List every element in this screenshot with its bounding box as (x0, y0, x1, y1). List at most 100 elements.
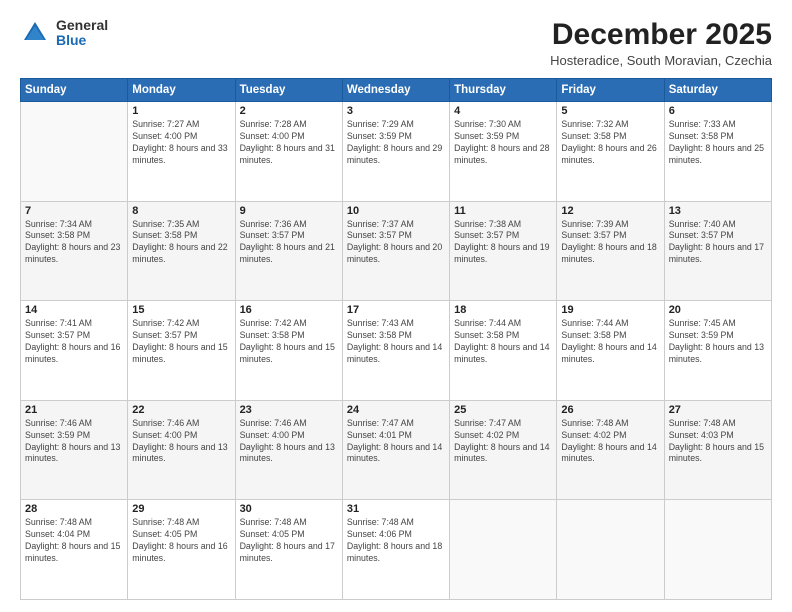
day-number: 14 (25, 304, 123, 316)
calendar-day-cell (664, 500, 771, 600)
day-number: 4 (454, 105, 552, 117)
calendar-day-cell: 3 Sunrise: 7:29 AMSunset: 3:59 PMDaylight… (342, 102, 449, 202)
day-info: Sunrise: 7:45 AMSunset: 3:59 PMDaylight:… (669, 318, 767, 366)
calendar-week-row: 14 Sunrise: 7:41 AMSunset: 3:57 PMDayligh… (21, 301, 772, 401)
logo-icon (20, 18, 50, 48)
calendar-day-header: Friday (557, 79, 664, 102)
calendar-week-row: 7Sunrise: 7:34 AMSunset: 3:58 PMDaylight… (21, 201, 772, 301)
day-info: Sunrise: 7:48 AMSunset: 4:05 PMDaylight:… (132, 517, 230, 565)
month-title: December 2025 (550, 18, 772, 51)
calendar-day-cell: 18 Sunrise: 7:44 AMSunset: 3:58 PMDayligh… (450, 301, 557, 401)
day-number: 18 (454, 304, 552, 316)
day-info: Sunrise: 7:34 AMSunset: 3:58 PMDaylight:… (25, 219, 123, 267)
day-info: Sunrise: 7:38 AMSunset: 3:57 PMDaylight:… (454, 219, 552, 267)
day-number: 29 (132, 503, 230, 515)
calendar-day-cell: 28Sunrise: 7:48 AMSunset: 4:04 PMDayligh… (21, 500, 128, 600)
calendar-day-cell: 4 Sunrise: 7:30 AMSunset: 3:59 PMDaylight… (450, 102, 557, 202)
day-number: 26 (561, 404, 659, 416)
calendar-day-cell: 22 Sunrise: 7:46 AMSunset: 4:00 PMDayligh… (128, 400, 235, 500)
day-info: Sunrise: 7:48 AMSunset: 4:06 PMDaylight:… (347, 517, 445, 565)
day-number: 23 (240, 404, 338, 416)
day-number: 1 (132, 105, 230, 117)
day-info: Sunrise: 7:44 AMSunset: 3:58 PMDaylight:… (561, 318, 659, 366)
logo-general-label: General (56, 18, 108, 33)
calendar-day-cell: 25 Sunrise: 7:47 AMSunset: 4:02 PMDayligh… (450, 400, 557, 500)
logo-text: General Blue (56, 18, 108, 49)
day-info: Sunrise: 7:47 AMSunset: 4:01 PMDaylight:… (347, 418, 445, 466)
day-number: 30 (240, 503, 338, 515)
calendar-day-header: Monday (128, 79, 235, 102)
day-number: 25 (454, 404, 552, 416)
calendar-day-cell: 8Sunrise: 7:35 AMSunset: 3:58 PMDaylight… (128, 201, 235, 301)
day-number: 10 (347, 205, 445, 217)
calendar-day-cell (21, 102, 128, 202)
calendar-table: SundayMondayTuesdayWednesdayThursdayFrid… (20, 78, 772, 600)
day-info: Sunrise: 7:44 AMSunset: 3:58 PMDaylight:… (454, 318, 552, 366)
day-info: Sunrise: 7:42 AMSunset: 3:58 PMDaylight:… (240, 318, 338, 366)
day-info: Sunrise: 7:48 AMSunset: 4:04 PMDaylight:… (25, 517, 123, 565)
day-number: 3 (347, 105, 445, 117)
day-number: 20 (669, 304, 767, 316)
calendar-day-cell: 1Sunrise: 7:27 AMSunset: 4:00 PMDaylight… (128, 102, 235, 202)
day-number: 16 (240, 304, 338, 316)
calendar-day-cell: 16 Sunrise: 7:42 AMSunset: 3:58 PMDayligh… (235, 301, 342, 401)
calendar-day-cell: 29 Sunrise: 7:48 AMSunset: 4:05 PMDayligh… (128, 500, 235, 600)
calendar-day-cell (557, 500, 664, 600)
calendar-day-cell: 14 Sunrise: 7:41 AMSunset: 3:57 PMDayligh… (21, 301, 128, 401)
calendar-day-header: Saturday (664, 79, 771, 102)
day-info: Sunrise: 7:46 AMSunset: 3:59 PMDaylight:… (25, 418, 123, 466)
calendar-day-cell: 12 Sunrise: 7:39 AMSunset: 3:57 PMDayligh… (557, 201, 664, 301)
day-number: 13 (669, 205, 767, 217)
day-info: Sunrise: 7:32 AMSunset: 3:58 PMDaylight:… (561, 119, 659, 167)
day-info: Sunrise: 7:46 AMSunset: 4:00 PMDaylight:… (132, 418, 230, 466)
calendar-day-cell: 31 Sunrise: 7:48 AMSunset: 4:06 PMDayligh… (342, 500, 449, 600)
day-info: Sunrise: 7:28 AMSunset: 4:00 PMDaylight:… (240, 119, 338, 167)
day-info: Sunrise: 7:48 AMSunset: 4:03 PMDaylight:… (669, 418, 767, 466)
calendar-day-cell: 23Sunrise: 7:46 AMSunset: 4:00 PMDayligh… (235, 400, 342, 500)
day-number: 21 (25, 404, 123, 416)
logo-blue-label: Blue (56, 33, 108, 48)
day-number: 27 (669, 404, 767, 416)
title-block: December 2025 Hosteradice, South Moravia… (550, 18, 772, 68)
day-number: 24 (347, 404, 445, 416)
calendar-day-cell: 11 Sunrise: 7:38 AMSunset: 3:57 PMDayligh… (450, 201, 557, 301)
day-info: Sunrise: 7:29 AMSunset: 3:59 PMDaylight:… (347, 119, 445, 167)
day-info: Sunrise: 7:47 AMSunset: 4:02 PMDaylight:… (454, 418, 552, 466)
day-info: Sunrise: 7:48 AMSunset: 4:05 PMDaylight:… (240, 517, 338, 565)
day-number: 11 (454, 205, 552, 217)
calendar-day-cell: 20 Sunrise: 7:45 AMSunset: 3:59 PMDayligh… (664, 301, 771, 401)
day-number: 9 (240, 205, 338, 217)
day-number: 5 (561, 105, 659, 117)
page: General Blue December 2025 Hosteradice, … (0, 0, 792, 612)
day-info: Sunrise: 7:39 AMSunset: 3:57 PMDaylight:… (561, 219, 659, 267)
calendar-day-cell: 9Sunrise: 7:36 AMSunset: 3:57 PMDaylight… (235, 201, 342, 301)
calendar-day-cell: 24 Sunrise: 7:47 AMSunset: 4:01 PMDayligh… (342, 400, 449, 500)
calendar-day-cell: 27 Sunrise: 7:48 AMSunset: 4:03 PMDayligh… (664, 400, 771, 500)
day-number: 12 (561, 205, 659, 217)
day-number: 31 (347, 503, 445, 515)
calendar-day-header: Thursday (450, 79, 557, 102)
day-number: 22 (132, 404, 230, 416)
calendar-day-cell: 2 Sunrise: 7:28 AMSunset: 4:00 PMDaylight… (235, 102, 342, 202)
calendar-day-cell: 5 Sunrise: 7:32 AMSunset: 3:58 PMDaylight… (557, 102, 664, 202)
day-info: Sunrise: 7:30 AMSunset: 3:59 PMDaylight:… (454, 119, 552, 167)
day-number: 8 (132, 205, 230, 217)
day-info: Sunrise: 7:33 AMSunset: 3:58 PMDaylight:… (669, 119, 767, 167)
day-info: Sunrise: 7:40 AMSunset: 3:57 PMDaylight:… (669, 219, 767, 267)
calendar-day-cell: 30 Sunrise: 7:48 AMSunset: 4:05 PMDayligh… (235, 500, 342, 600)
calendar-day-cell (450, 500, 557, 600)
day-number: 19 (561, 304, 659, 316)
calendar-week-row: 21 Sunrise: 7:46 AMSunset: 3:59 PMDayligh… (21, 400, 772, 500)
calendar-day-cell: 15 Sunrise: 7:42 AMSunset: 3:57 PMDayligh… (128, 301, 235, 401)
day-number: 17 (347, 304, 445, 316)
day-number: 2 (240, 105, 338, 117)
calendar-day-cell: 17Sunrise: 7:43 AMSunset: 3:58 PMDayligh… (342, 301, 449, 401)
day-info: Sunrise: 7:42 AMSunset: 3:57 PMDaylight:… (132, 318, 230, 366)
day-info: Sunrise: 7:41 AMSunset: 3:57 PMDaylight:… (25, 318, 123, 366)
day-number: 15 (132, 304, 230, 316)
calendar-week-row: 28Sunrise: 7:48 AMSunset: 4:04 PMDayligh… (21, 500, 772, 600)
logo: General Blue (20, 18, 108, 49)
calendar-week-row: 1Sunrise: 7:27 AMSunset: 4:00 PMDaylight… (21, 102, 772, 202)
calendar-header-row: SundayMondayTuesdayWednesdayThursdayFrid… (21, 79, 772, 102)
header: General Blue December 2025 Hosteradice, … (20, 18, 772, 68)
